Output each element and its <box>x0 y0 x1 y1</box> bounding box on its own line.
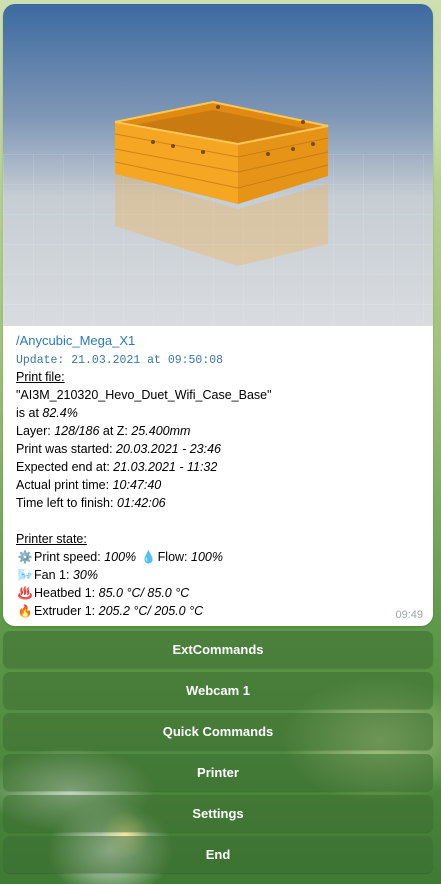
gear-icon: ⚙️ <box>17 550 33 564</box>
started-value: 20.03.2021 - 23:46 <box>116 442 221 456</box>
fan-icon: 🌬️ <box>17 568 33 582</box>
actual-time-label: Actual print time: <box>16 478 113 492</box>
z-value: 25.400mm <box>131 424 191 438</box>
time-left-value: 01:42:06 <box>116 496 166 510</box>
extruder-value: 205.2 °C/ 205.0 °C <box>98 604 204 618</box>
droplet-icon: 💧 <box>141 550 157 564</box>
printer-state-label: Printer state: <box>16 532 87 546</box>
heatbed-label: Heatbed 1: <box>34 586 99 600</box>
print-preview-image[interactable] <box>3 4 433 326</box>
model-render <box>3 100 433 326</box>
update-timestamp: Update: 21.03.2021 at 09:50:08 <box>16 354 224 367</box>
progress-value: 82.4% <box>42 406 78 420</box>
expected-label: Expected end at: <box>16 460 114 474</box>
z-label: at Z: <box>99 424 132 438</box>
end-button[interactable]: End <box>3 836 433 873</box>
actual-time-value: 10:47:40 <box>112 478 162 492</box>
print-file-label: Print file: <box>16 370 65 384</box>
speed-value: 100% <box>104 550 137 564</box>
layer-label: Layer: <box>16 424 55 438</box>
settings-button[interactable]: Settings <box>3 795 433 832</box>
printer-path-link[interactable]: /Anycubic_Mega_X1 <box>16 333 135 348</box>
fan-label: Fan 1: <box>34 568 73 582</box>
message-bubble: /Anycubic_Mega_X1 Update: 21.03.2021 at … <box>3 4 433 626</box>
expected-value: 21.03.2021 - 11:32 <box>113 460 218 474</box>
extruder-label: Extruder 1: <box>34 604 99 618</box>
fan-value: 30% <box>72 568 98 582</box>
message-time: 09:49 <box>395 609 423 621</box>
message-text: /Anycubic_Mega_X1 Update: 21.03.2021 at … <box>16 332 423 620</box>
file-name: "AI3M_210320_Hevo_Duet_Wifi_Case_Base" <box>16 388 272 402</box>
started-label: Print was started: <box>16 442 117 456</box>
webcam-button[interactable]: Webcam 1 <box>3 672 433 709</box>
progress-label: is at <box>16 406 43 420</box>
time-left-label: Time left to finish: <box>16 496 117 510</box>
quick-commands-button[interactable]: Quick Commands <box>3 713 433 750</box>
hot-springs-icon: ♨️ <box>17 586 33 600</box>
fire-icon: 🔥 <box>17 604 33 618</box>
printer-button[interactable]: Printer <box>3 754 433 791</box>
layer-value: 128/186 <box>54 424 100 438</box>
flow-label: Flow: <box>157 550 191 564</box>
speed-label: Print speed: <box>34 550 105 564</box>
flow-value: 100% <box>191 550 223 564</box>
heatbed-value: 85.0 °C/ 85.0 °C <box>98 586 190 600</box>
extcommands-button[interactable]: ExtCommands <box>3 631 433 668</box>
